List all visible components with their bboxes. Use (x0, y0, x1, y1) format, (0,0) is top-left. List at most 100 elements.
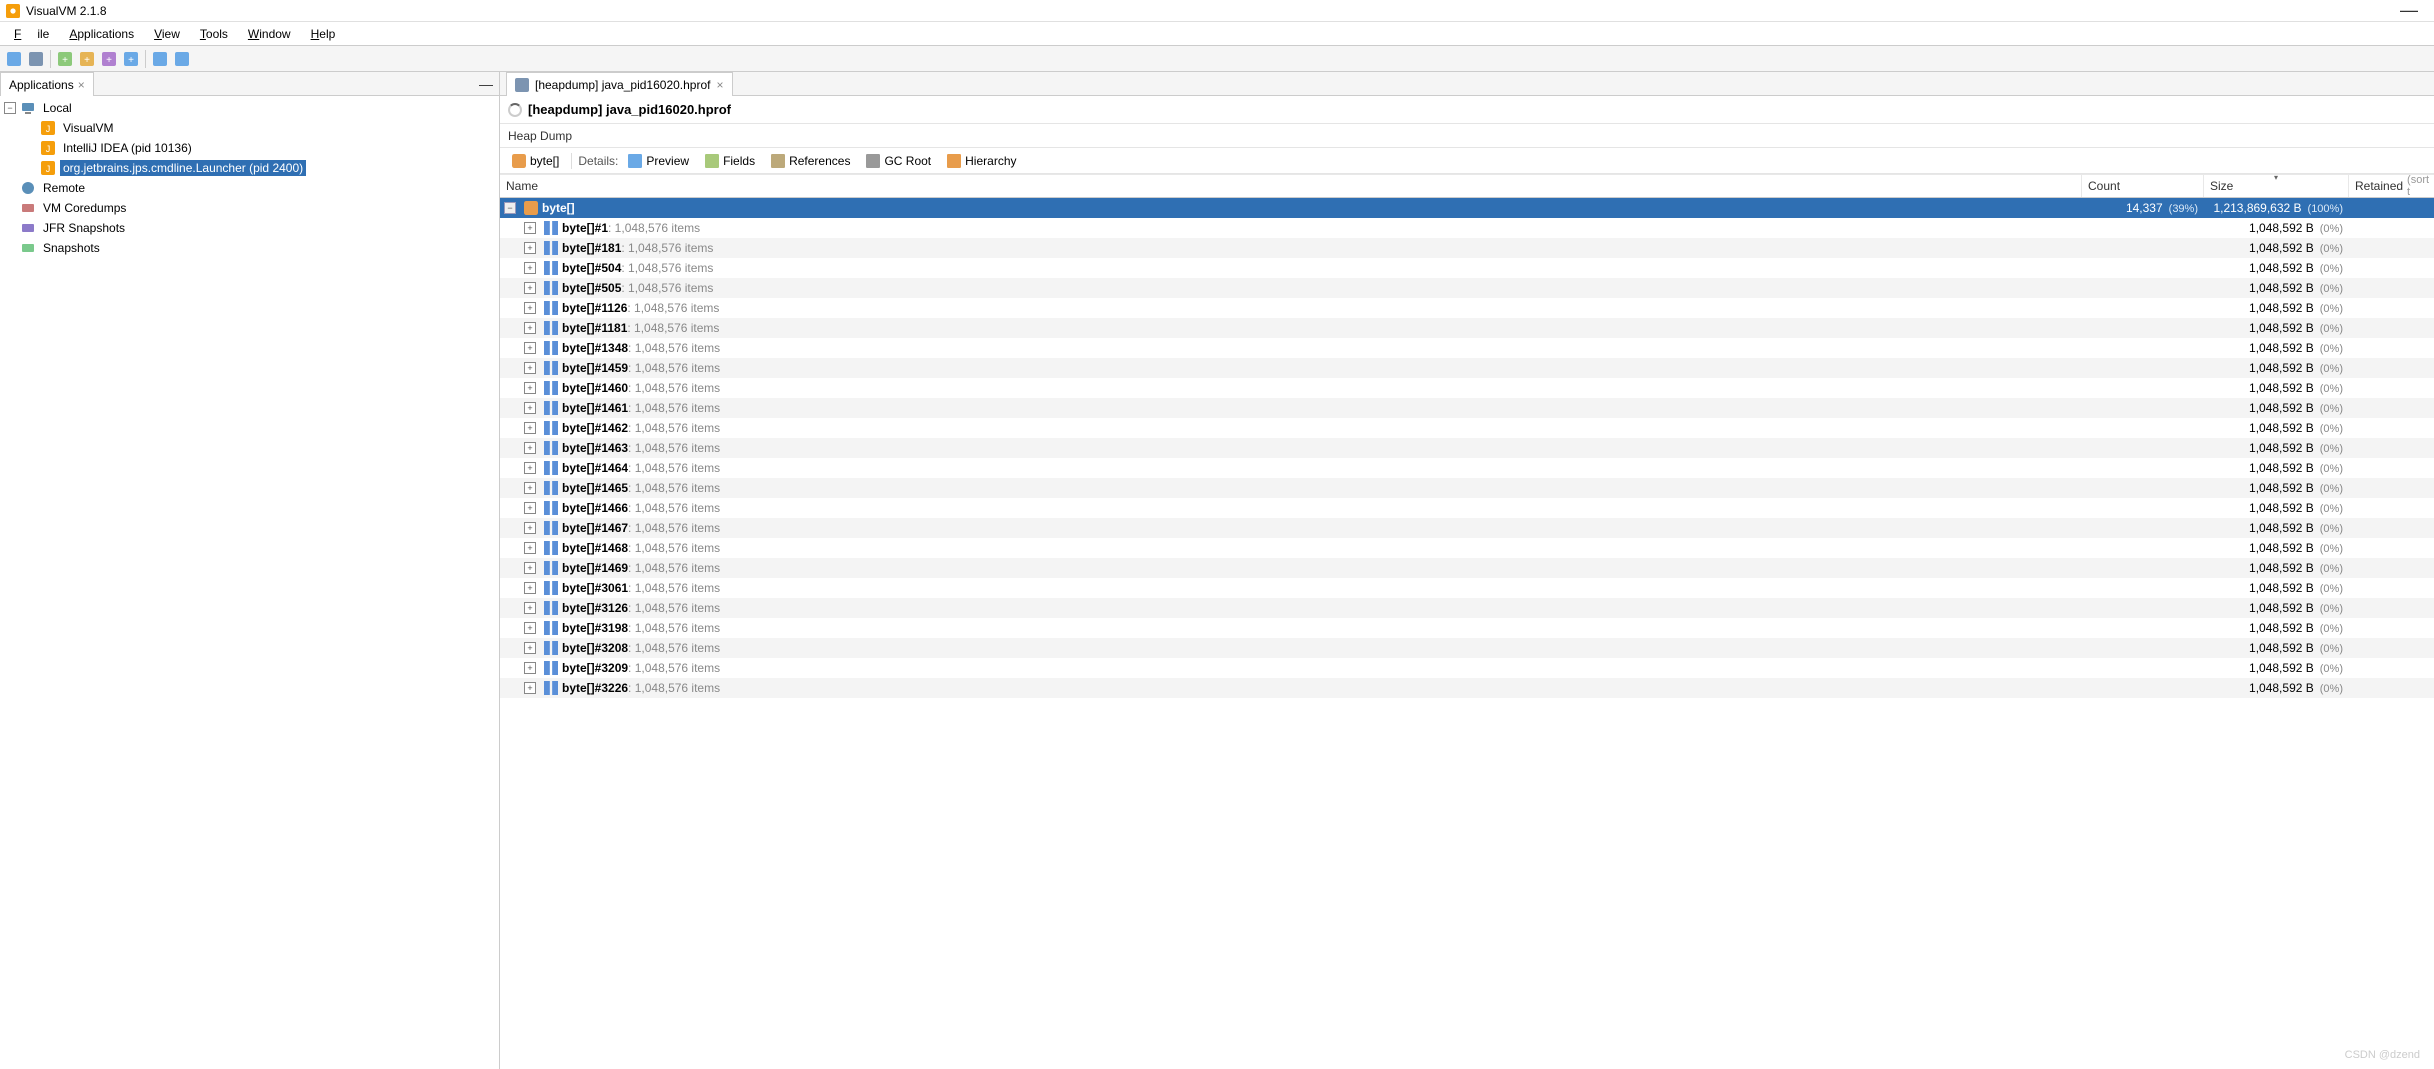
row-expand-icon[interactable]: + (524, 342, 536, 354)
menu-view[interactable]: View (146, 25, 188, 43)
row-expand-icon[interactable]: + (524, 402, 536, 414)
col-name[interactable]: Name (500, 174, 2082, 197)
row-expand-icon[interactable]: + (524, 362, 536, 374)
col-size[interactable]: ▾Size (2204, 174, 2349, 197)
menu-tools[interactable]: Tools (192, 25, 236, 43)
tree-node[interactable]: JFR Snapshots (0, 218, 499, 238)
toolbar-btn-3[interactable]: + (55, 49, 75, 69)
table-row[interactable]: +byte[]#3061 : 1,048,576 items1,048,592 … (500, 578, 2434, 598)
row-name: byte[]#1466 (562, 501, 628, 515)
toolbar-btn-5[interactable]: + (99, 49, 119, 69)
row-expand-icon[interactable]: + (524, 422, 536, 434)
table-row[interactable]: +byte[]#1465 : 1,048,576 items1,048,592 … (500, 478, 2434, 498)
tree-node[interactable]: Snapshots (0, 238, 499, 258)
table-row[interactable]: +byte[]#1469 : 1,048,576 items1,048,592 … (500, 558, 2434, 578)
col-retained[interactable]: Retained(sort t (2349, 174, 2434, 197)
row-expand-icon[interactable]: + (524, 222, 536, 234)
instance-icon (544, 301, 558, 315)
chip-fields-label: Fields (723, 154, 755, 168)
col-count[interactable]: Count (2082, 174, 2204, 197)
row-expand-icon[interactable]: + (524, 382, 536, 394)
menu-file[interactable]: File (6, 25, 57, 43)
table-row[interactable]: +byte[]#3126 : 1,048,576 items1,048,592 … (500, 598, 2434, 618)
row-expand-icon[interactable]: + (524, 582, 536, 594)
table-row[interactable]: +byte[]#3209 : 1,048,576 items1,048,592 … (500, 658, 2434, 678)
table-row[interactable]: +byte[]#1460 : 1,048,576 items1,048,592 … (500, 378, 2434, 398)
left-pane-minimize-icon[interactable]: — (479, 76, 493, 92)
row-expand-icon[interactable]: + (524, 542, 536, 554)
tree-node[interactable]: JIntelliJ IDEA (pid 10136) (0, 138, 499, 158)
chip-references[interactable]: References (765, 152, 856, 170)
row-size: 1,048,592 B(0%) (2204, 641, 2349, 655)
toolbar-btn-8[interactable] (172, 49, 192, 69)
table-row[interactable]: +byte[]#1463 : 1,048,576 items1,048,592 … (500, 438, 2434, 458)
row-expand-icon[interactable]: + (524, 302, 536, 314)
table-row[interactable]: +byte[]#181 : 1,048,576 items1,048,592 B… (500, 238, 2434, 258)
instance-icon (544, 241, 558, 255)
toolbar-btn-6[interactable]: + (121, 49, 141, 69)
menu-applications[interactable]: Applications (61, 25, 142, 43)
table-row[interactable]: +byte[]#1181 : 1,048,576 items1,048,592 … (500, 318, 2434, 338)
row-collapse-icon[interactable]: − (504, 202, 516, 214)
table-row[interactable]: +byte[]#1467 : 1,048,576 items1,048,592 … (500, 518, 2434, 538)
row-expand-icon[interactable]: + (524, 242, 536, 254)
tree-node[interactable]: −Local (0, 98, 499, 118)
table-row[interactable]: +byte[]#504 : 1,048,576 items1,048,592 B… (500, 258, 2434, 278)
row-expand-icon[interactable]: + (524, 642, 536, 654)
toolbar-btn-4[interactable]: + (77, 49, 97, 69)
table-row[interactable]: +byte[]#1459 : 1,048,576 items1,048,592 … (500, 358, 2434, 378)
tree-node[interactable]: Remote (0, 178, 499, 198)
table-row[interactable]: +byte[]#3198 : 1,048,576 items1,048,592 … (500, 618, 2434, 638)
row-expand-icon[interactable]: + (524, 322, 536, 334)
tree-node[interactable]: VM Coredumps (0, 198, 499, 218)
toolbar-btn-2[interactable] (26, 49, 46, 69)
table-row-parent[interactable]: −byte[]14,337(39%)1,213,869,632 B(100%) (500, 198, 2434, 218)
row-expand-icon[interactable]: + (524, 602, 536, 614)
table-row[interactable]: +byte[]#1466 : 1,048,576 items1,048,592 … (500, 498, 2434, 518)
row-expand-icon[interactable]: + (524, 502, 536, 514)
tab-applications-close-icon[interactable]: × (78, 78, 85, 92)
chip-gc-root[interactable]: GC Root (860, 152, 937, 170)
table-row[interactable]: +byte[]#1464 : 1,048,576 items1,048,592 … (500, 458, 2434, 478)
table-row[interactable]: +byte[]#3208 : 1,048,576 items1,048,592 … (500, 638, 2434, 658)
menu-window[interactable]: Window (240, 25, 299, 43)
tab-heapdump[interactable]: [heapdump] java_pid16020.hprof × (506, 72, 733, 96)
table-row[interactable]: +byte[]#1461 : 1,048,576 items1,048,592 … (500, 398, 2434, 418)
row-expand-icon[interactable]: + (524, 462, 536, 474)
row-expand-icon[interactable]: + (524, 282, 536, 294)
row-expand-icon[interactable]: + (524, 682, 536, 694)
menu-help[interactable]: Help (303, 25, 344, 43)
row-suffix: : 1,048,576 items (628, 381, 720, 395)
table-row[interactable]: +byte[]#1 : 1,048,576 items1,048,592 B(0… (500, 218, 2434, 238)
tree-collapse-icon[interactable]: − (4, 102, 16, 114)
row-expand-icon[interactable]: + (524, 442, 536, 454)
row-name: byte[]#1181 (562, 321, 627, 335)
table-row[interactable]: +byte[]#1348 : 1,048,576 items1,048,592 … (500, 338, 2434, 358)
row-expand-icon[interactable]: + (524, 482, 536, 494)
tree-node[interactable]: JVisualVM (0, 118, 499, 138)
table-row[interactable]: +byte[]#3226 : 1,048,576 items1,048,592 … (500, 678, 2434, 698)
toolbar-btn-7[interactable] (150, 49, 170, 69)
row-suffix: : 1,048,576 items (621, 241, 713, 255)
applications-tree[interactable]: −LocalJVisualVMJIntelliJ IDEA (pid 10136… (0, 96, 499, 1069)
tree-node[interactable]: Jorg.jetbrains.jps.cmdline.Launcher (pid… (0, 158, 499, 178)
instance-icon (544, 561, 558, 575)
table-row[interactable]: +byte[]#1468 : 1,048,576 items1,048,592 … (500, 538, 2434, 558)
heap-table[interactable]: −byte[]14,337(39%)1,213,869,632 B(100%)+… (500, 198, 2434, 1069)
table-row[interactable]: +byte[]#505 : 1,048,576 items1,048,592 B… (500, 278, 2434, 298)
row-expand-icon[interactable]: + (524, 262, 536, 274)
tab-heapdump-close-icon[interactable]: × (716, 78, 723, 92)
row-expand-icon[interactable]: + (524, 562, 536, 574)
minimize-button[interactable]: — (2390, 0, 2428, 21)
row-expand-icon[interactable]: + (524, 662, 536, 674)
row-expand-icon[interactable]: + (524, 522, 536, 534)
chip-byte-array[interactable]: byte[] (506, 152, 565, 170)
table-row[interactable]: +byte[]#1126 : 1,048,576 items1,048,592 … (500, 298, 2434, 318)
chip-fields[interactable]: Fields (699, 152, 761, 170)
tab-applications[interactable]: Applications × (0, 72, 94, 96)
chip-preview[interactable]: Preview (622, 152, 695, 170)
toolbar-btn-1[interactable] (4, 49, 24, 69)
chip-hierarchy[interactable]: Hierarchy (941, 152, 1022, 170)
row-expand-icon[interactable]: + (524, 622, 536, 634)
table-row[interactable]: +byte[]#1462 : 1,048,576 items1,048,592 … (500, 418, 2434, 438)
